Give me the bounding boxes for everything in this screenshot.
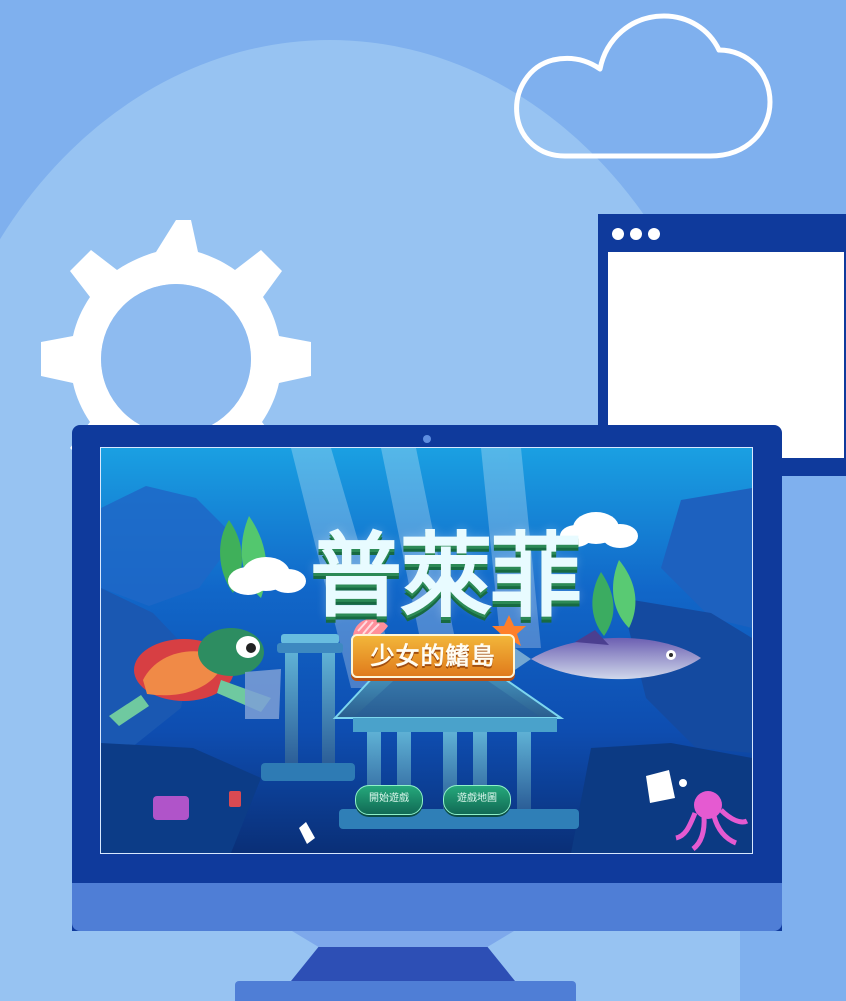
window-dots-icon bbox=[612, 228, 672, 244]
game-subtitle: 少女的鰭島 bbox=[370, 642, 496, 670]
game-map-button[interactable]: 遊戲地圖 bbox=[443, 785, 511, 815]
game-screen: 普萊菲 少女的鰭島 開始遊戲 遊戲地圖 bbox=[100, 447, 753, 854]
game-title: 普萊菲 bbox=[309, 523, 582, 630]
cloud-outline-icon bbox=[514, 13, 773, 159]
camera-dot bbox=[423, 435, 431, 443]
desktop-monitor: 普萊菲 少女的鰭島 開始遊戲 遊戲地圖 bbox=[72, 425, 782, 931]
game-title-area: 普萊菲 少女的鰭島 bbox=[245, 516, 645, 678]
game-action-buttons: 開始遊戲 遊戲地圖 bbox=[355, 785, 511, 815]
start-game-button[interactable]: 開始遊戲 bbox=[355, 785, 423, 815]
subtitle-plate: 少女的鰭島 bbox=[351, 634, 515, 678]
monitor-stand-base bbox=[235, 981, 576, 1001]
monitor-stand-top bbox=[292, 931, 514, 947]
window-dot bbox=[648, 228, 660, 240]
window-dot bbox=[612, 228, 624, 240]
window-dot bbox=[630, 228, 642, 240]
illustration-canvas: 普萊菲 少女的鰭島 開始遊戲 遊戲地圖 bbox=[0, 0, 846, 1001]
monitor-bottom-bezel bbox=[72, 883, 782, 931]
